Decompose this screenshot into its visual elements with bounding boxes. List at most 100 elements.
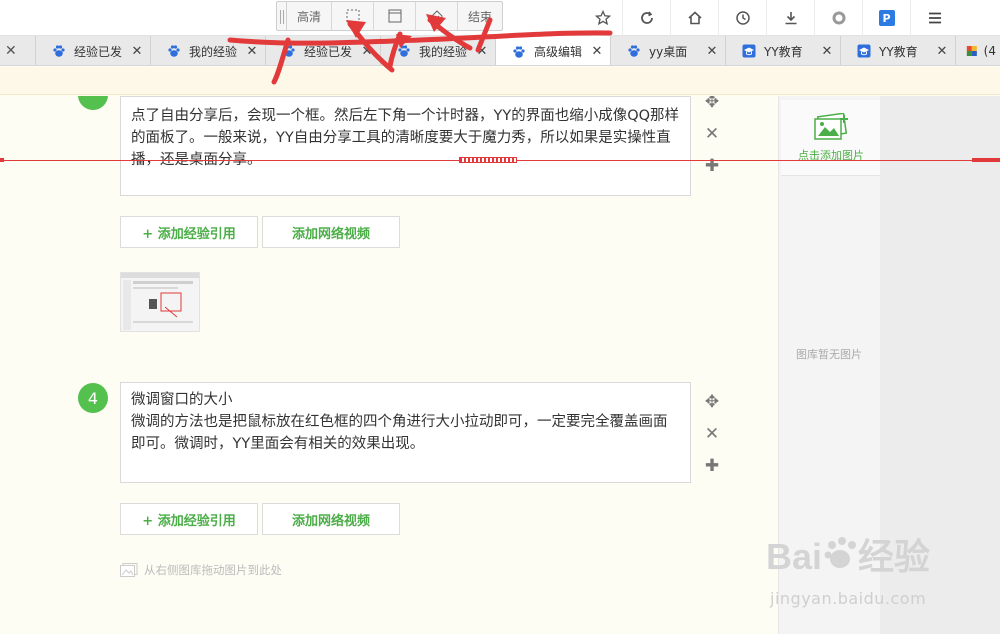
edu-cap-icon bbox=[742, 44, 756, 58]
region-select-icon bbox=[346, 9, 360, 23]
add-reference-button[interactable]: + 添加经验引用 bbox=[120, 503, 258, 535]
drag-hint-text: 从右侧图库拖动图片到此处 bbox=[144, 563, 282, 577]
browser-nav-icons: P bbox=[584, 0, 958, 36]
close-icon[interactable]: ✕ bbox=[590, 44, 604, 59]
delete-icon[interactable]: ✕ bbox=[700, 118, 724, 150]
capture-frame-handle[interactable] bbox=[459, 157, 517, 163]
window-icon bbox=[388, 9, 402, 23]
delete-icon[interactable]: ✕ bbox=[700, 418, 724, 450]
p-app-badge: P bbox=[878, 10, 895, 26]
tab-4[interactable]: 高级编辑 ✕ bbox=[496, 36, 611, 65]
tab-close-partial[interactable]: ✕ bbox=[0, 36, 36, 65]
step-number-badge bbox=[78, 96, 108, 110]
close-icon[interactable]: ✕ bbox=[935, 44, 949, 59]
add-video-button[interactable]: 添加网络视频 bbox=[262, 216, 400, 248]
tab-label: 我的经验 bbox=[419, 44, 468, 59]
tab-label: YY教育 bbox=[764, 44, 803, 59]
step4-button-row: + 添加经验引用 添加网络视频 bbox=[120, 503, 400, 535]
step4-number: 4 bbox=[78, 383, 108, 413]
tab-label: 我的经验 bbox=[189, 44, 238, 59]
tab-2[interactable]: 经验已发 ✕ bbox=[266, 36, 381, 65]
step4-title: 微调窗口的大小 bbox=[131, 392, 233, 408]
baidu-paw-icon bbox=[398, 45, 410, 57]
download-icon[interactable] bbox=[766, 0, 814, 36]
drag-handle[interactable] bbox=[277, 2, 287, 30]
tab-label: 经验已发 bbox=[304, 44, 353, 59]
add-video-label: 添加网络视频 bbox=[291, 513, 370, 529]
step3-text: 点了自由分享后，会现一个框。然后左下角一个计时器，YY的界面也缩小成像QQ那样的… bbox=[131, 108, 680, 168]
record-icon[interactable] bbox=[814, 0, 862, 36]
step3-image-thumbnail[interactable] bbox=[120, 272, 200, 332]
edu-cap-icon bbox=[857, 44, 871, 58]
refresh-icon[interactable] bbox=[622, 0, 670, 36]
add-image-button[interactable]: 点击添加图片 bbox=[781, 100, 881, 176]
tab-partial[interactable]: (4 bbox=[956, 36, 996, 65]
step4-number-text: 4 bbox=[87, 388, 99, 408]
tab-strip: ✕ 经验已发 ✕ 我的经验 ✕ 经验已发 ✕ 我的经验 ✕ 高级编辑 ✕ yy桌面 ✕ YY教育 ✕ YY教… bbox=[0, 36, 1000, 66]
close-icon[interactable]: ✕ bbox=[130, 44, 144, 59]
step3-tools: ✥ ✕ ✚ bbox=[700, 96, 724, 182]
baidu-paw-icon bbox=[283, 45, 295, 57]
add-image-icon bbox=[814, 112, 848, 140]
move-icon[interactable]: ✥ bbox=[700, 96, 724, 118]
window-capture-button[interactable] bbox=[374, 2, 417, 30]
star-icon[interactable] bbox=[584, 0, 622, 36]
tab-3[interactable]: 我的经验 ✕ bbox=[381, 36, 496, 65]
move-icon[interactable]: ✥ bbox=[700, 386, 724, 418]
image-placeholder-icon bbox=[120, 563, 138, 577]
tab-6[interactable]: YY教育 ✕ bbox=[726, 36, 841, 65]
close-icon[interactable]: ✕ bbox=[820, 44, 834, 59]
quality-button[interactable]: 高清 bbox=[287, 2, 333, 30]
end-button[interactable]: 结束 bbox=[458, 2, 502, 30]
add-video-label: 添加网络视频 bbox=[291, 226, 370, 242]
baidu-jingyan-logo: Bai 经验 bbox=[766, 536, 930, 577]
step4-text-box[interactable]: 微调窗口的大小 微调的方法也是把鼠标放在红色框的四个角进行大小拉动即可，一定要完… bbox=[120, 382, 691, 483]
tab-label: 经验已发 bbox=[74, 44, 123, 59]
close-icon[interactable]: ✕ bbox=[705, 44, 719, 59]
baidu-paw-icon bbox=[628, 45, 640, 57]
add-reference-button[interactable]: + 添加经验引用 bbox=[120, 216, 258, 248]
baidu-paw-icon bbox=[168, 45, 180, 57]
add-video-button[interactable]: 添加网络视频 bbox=[262, 503, 400, 535]
tab-label: YY教育 bbox=[879, 44, 918, 59]
home-capture-icon bbox=[431, 10, 443, 22]
capture-frame-tick bbox=[0, 158, 4, 162]
svg-text:经验: 经验 bbox=[858, 536, 930, 577]
tab-5[interactable]: yy桌面 ✕ bbox=[611, 36, 726, 65]
info-bar bbox=[0, 67, 1000, 95]
tab-label: yy桌面 bbox=[649, 44, 688, 59]
p-app-icon[interactable]: P bbox=[862, 0, 910, 36]
close-icon[interactable]: ✕ bbox=[360, 44, 374, 59]
svg-text:Bai: Bai bbox=[766, 536, 822, 577]
quality-label: 高清 bbox=[297, 9, 322, 24]
menu-icon[interactable] bbox=[910, 0, 958, 36]
capture-frame-tick bbox=[972, 158, 1000, 162]
gallery-empty-text: 图库暂无图片 bbox=[796, 348, 862, 361]
add-reference-label: + 添加经验引用 bbox=[142, 513, 236, 529]
step3-button-row: + 添加经验引用 添加网络视频 bbox=[120, 216, 400, 248]
tab-7[interactable]: YY教育 ✕ bbox=[841, 36, 956, 65]
tab-0[interactable]: 经验已发 ✕ bbox=[36, 36, 151, 65]
close-icon[interactable]: ✕ bbox=[245, 44, 259, 59]
recording-toolbar: 高清 结束 bbox=[276, 1, 504, 31]
drag-image-hint: 从右侧图库拖动图片到此处 bbox=[120, 562, 282, 578]
baidu-paw-icon bbox=[513, 45, 525, 58]
add-reference-label: + 添加经验引用 bbox=[142, 226, 236, 242]
tab-1[interactable]: 我的经验 ✕ bbox=[151, 36, 266, 65]
watermark-url: jingyan.baidu.com bbox=[770, 589, 927, 608]
baidu-watermark: Bai 经验 jingyan.baidu.com bbox=[762, 525, 952, 608]
history-icon[interactable] bbox=[718, 0, 766, 36]
baidu-paw-icon bbox=[53, 45, 65, 57]
close-icon[interactable]: ✕ bbox=[475, 44, 489, 59]
screenshot-thumbnail-image bbox=[121, 273, 199, 331]
home-capture-button[interactable] bbox=[416, 2, 459, 30]
region-select-button[interactable] bbox=[332, 2, 375, 30]
editor-content: 点了自由分享后，会现一个框。然后左下角一个计时器，YY的界面也缩小成像QQ那样的… bbox=[0, 96, 778, 634]
home-icon[interactable] bbox=[670, 0, 718, 36]
step4-tools: ✥ ✕ ✚ bbox=[700, 386, 724, 482]
top-toolbar: 高清 结束 P bbox=[0, 0, 1000, 36]
tab-label: 高级编辑 bbox=[534, 45, 583, 59]
add-icon[interactable]: ✚ bbox=[700, 150, 724, 182]
add-icon[interactable]: ✚ bbox=[700, 450, 724, 482]
step3-text-box[interactable]: 点了自由分享后，会现一个框。然后左下角一个计时器，YY的界面也缩小成像QQ那样的… bbox=[120, 96, 691, 196]
